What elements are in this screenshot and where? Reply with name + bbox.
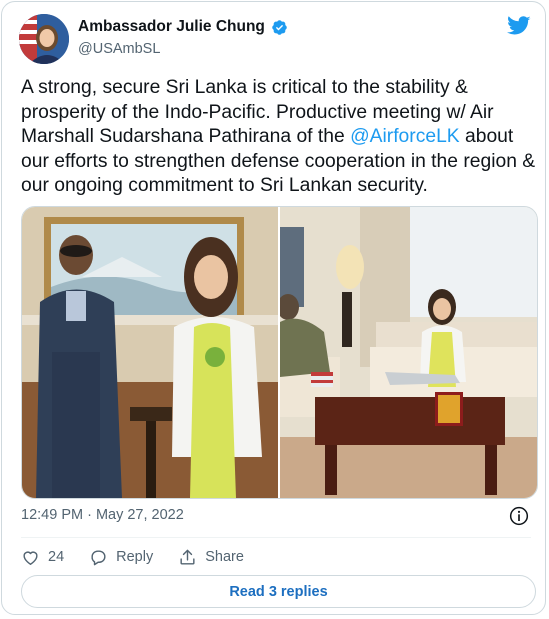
reply-button[interactable]: Reply — [89, 548, 153, 567]
author-name[interactable]: Ambassador Julie Chung — [78, 18, 265, 36]
verified-badge-icon — [272, 19, 287, 35]
twitter-bird-icon[interactable] — [507, 16, 531, 36]
reply-icon — [91, 549, 106, 565]
read-replies-label: Read 3 replies — [229, 583, 328, 600]
share-icon — [180, 549, 195, 565]
share-label: Share — [205, 549, 244, 565]
like-count: 24 — [48, 549, 65, 565]
author-name-row[interactable]: Ambassador Julie Chung — [78, 18, 288, 36]
avatar[interactable] — [19, 14, 69, 64]
photo-meeting-sofa[interactable] — [280, 207, 537, 498]
media-grid — [21, 206, 538, 499]
action-bar: 24 Reply Share — [21, 545, 269, 569]
info-icon[interactable] — [509, 506, 529, 526]
mention-link[interactable]: @AirforceLK — [350, 126, 460, 147]
tweet-card: Ambassador Julie Chung @USAmbSL A strong… — [1, 1, 546, 615]
share-button[interactable]: Share — [178, 548, 244, 567]
photo-meeting-portrait[interactable] — [22, 207, 278, 498]
read-replies-button[interactable]: Read 3 replies — [21, 575, 536, 608]
tweet-timestamp[interactable]: 12:49 PM · May 27, 2022 — [21, 507, 184, 523]
reply-label: Reply — [116, 549, 154, 565]
heart-icon — [23, 551, 38, 565]
tweet-text: A strong, secure Sri Lanka is critical t… — [21, 76, 536, 199]
like-button[interactable]: 24 — [21, 548, 64, 567]
divider — [21, 537, 531, 538]
author-handle[interactable]: @USAmbSL — [78, 41, 160, 57]
